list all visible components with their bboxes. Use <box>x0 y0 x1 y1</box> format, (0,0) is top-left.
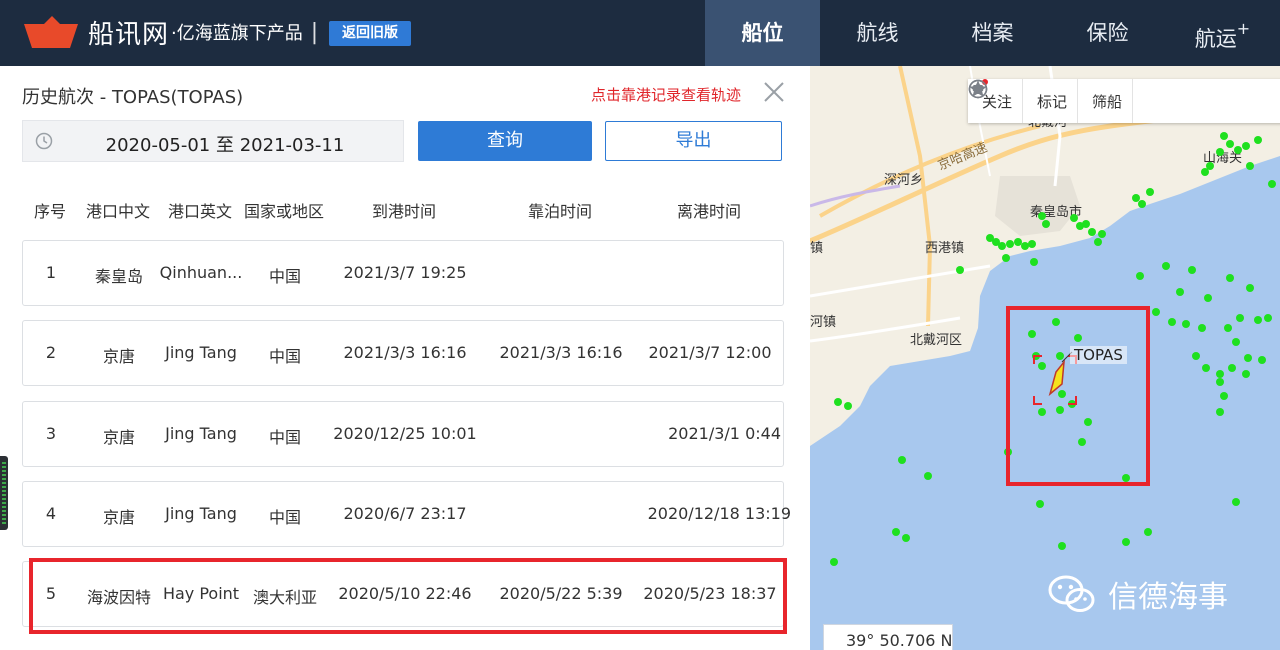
row-country: 中国 <box>268 347 301 366</box>
map-canvas: 北戴河 山海关 深河乡 京哈高速 秦皇岛市 西港镇 北戴河区 河镇 镇 <box>810 66 1280 566</box>
boat-logo-icon[interactable] <box>22 14 80 50</box>
row-arrival: 2021/3/3 16:16 <box>343 343 467 362</box>
col-port-en: 港口英文 <box>167 202 232 221</box>
date-range-text: 2020-05-01 至 2021-03-11 <box>105 135 345 156</box>
col-index: 序号 <box>33 202 66 221</box>
row-port-cn: 京唐 <box>102 508 135 527</box>
layers-icon <box>968 79 988 99</box>
row-departure: 2021/3/1 0:44 <box>668 424 781 443</box>
map-label-xigang: 西港镇 <box>925 240 964 255</box>
collapse-handle[interactable] <box>0 456 8 530</box>
table-row[interactable]: 2 京唐 Jing Tang 中国 2021/3/3 16:16 2021/3/… <box>22 320 784 386</box>
row-port-en: Jing Tang <box>165 343 237 362</box>
map-label-zhen: 镇 <box>810 240 823 255</box>
row-index: 4 <box>45 504 57 523</box>
table-row[interactable]: 1 秦皇岛 Qinhuan... 中国 2021/3/7 19:25 <box>22 240 784 306</box>
brand-title[interactable]: 船讯网 ·亿海蓝旗下产品 | <box>88 14 326 50</box>
map-label-hezhen: 河镇 <box>810 314 836 329</box>
nav-routes[interactable]: 航线 <box>820 0 935 66</box>
row-index: 1 <box>45 263 57 282</box>
map-toolbar: 关注 标记 筛船 <box>968 79 1280 123</box>
nav-archive[interactable]: 档案 <box>935 0 1050 66</box>
col-country: 国家或地区 <box>244 202 325 221</box>
row-port-en: Jing Tang <box>165 424 237 443</box>
main-nav: 船位 航线 档案 保险 航运+ <box>705 0 1280 66</box>
table-row[interactable]: 4 京唐 Jing Tang 中国 2020/6/7 23:17 2020/12… <box>22 481 791 547</box>
nav-shipping[interactable]: 航运+ <box>1165 0 1280 66</box>
nav-insurance[interactable]: 保险 <box>1050 0 1165 66</box>
table-header: 序号 港口中文 港口英文 国家或地区 到港时间 靠泊时间 离港时间 <box>22 198 784 221</box>
row-departure: 2020/12/18 13:19 <box>647 504 791 523</box>
export-button[interactable]: 导出 <box>605 121 782 161</box>
col-arrival: 到港时间 <box>371 202 436 221</box>
date-range-picker[interactable]: 2020-05-01 至 2021-03-11 <box>22 120 404 162</box>
row-departure: 2021/3/7 12:00 <box>648 343 772 362</box>
row-country: 中国 <box>268 428 301 447</box>
watermark-text: 信德海事 <box>1108 580 1228 615</box>
row-arrival: 2021/3/7 19:25 <box>343 263 467 282</box>
top-navbar: 船讯网 ·亿海蓝旗下产品 | 返回旧版 船位 航线 档案 保险 航运+ <box>0 0 1280 66</box>
query-button[interactable]: 查询 <box>418 121 592 161</box>
close-icon[interactable] <box>762 80 786 104</box>
nav-ship-position[interactable]: 船位 <box>705 0 820 66</box>
track-hint: 点击靠港记录查看轨迹 <box>591 86 742 104</box>
nav-shipping-label: 航运 <box>1194 27 1237 51</box>
row-port-cn: 京唐 <box>102 428 135 447</box>
mark-button[interactable]: 标记 <box>968 79 1079 123</box>
ship-name-label: TOPAS <box>1070 346 1127 364</box>
brand-main: 船讯网 <box>88 19 170 50</box>
filter-ships-label: 筛船 <box>1092 92 1123 111</box>
row-country: 中国 <box>268 508 301 527</box>
coordinate-readout: 39° 50.706 N <box>823 624 953 650</box>
col-departure: 离港时间 <box>676 202 741 221</box>
nav-shipping-plus: + <box>1236 19 1251 38</box>
wechat-icon <box>1048 575 1095 612</box>
row-port-cn: 京唐 <box>102 347 135 366</box>
row-country: 中国 <box>268 267 301 286</box>
row-index: 2 <box>45 343 57 362</box>
row-arrival: 2020/12/25 10:01 <box>333 424 477 443</box>
filter-ships-button[interactable]: 筛船 <box>968 79 1134 123</box>
row-highlight-annotation <box>29 558 787 634</box>
panel-title: 历史航次 - TOPAS(TOPAS) <box>22 87 244 108</box>
row-port-en: Jing Tang <box>165 504 237 523</box>
back-to-old-version-button[interactable]: 返回旧版 <box>329 21 411 46</box>
brand-separator: | <box>310 19 319 45</box>
table-row[interactable]: 3 京唐 Jing Tang 中国 2020/12/25 10:01 2021/… <box>22 401 784 467</box>
watermark: 信德海事 <box>1048 572 1228 616</box>
map-view[interactable]: 北戴河 山海关 深河乡 京哈高速 秦皇岛市 西港镇 北戴河区 河镇 镇 <box>810 66 1280 650</box>
row-port-en: Qinhuan... <box>159 263 243 282</box>
map-label-shenhexiang: 深河乡 <box>884 172 923 187</box>
row-berth: 2021/3/3 16:16 <box>499 343 623 362</box>
map-label-beidaihe-district: 北戴河区 <box>910 332 962 347</box>
brand-sub: ·亿海蓝旗下产品 <box>171 23 303 44</box>
mark-label: 标记 <box>1037 92 1068 111</box>
col-berth: 靠泊时间 <box>527 202 592 221</box>
layers-button[interactable] <box>968 79 1147 123</box>
row-index: 3 <box>45 424 57 443</box>
col-port-cn: 港口中文 <box>85 202 150 221</box>
row-arrival: 2020/6/7 23:17 <box>343 504 467 523</box>
row-port-cn: 秦皇岛 <box>94 267 143 286</box>
